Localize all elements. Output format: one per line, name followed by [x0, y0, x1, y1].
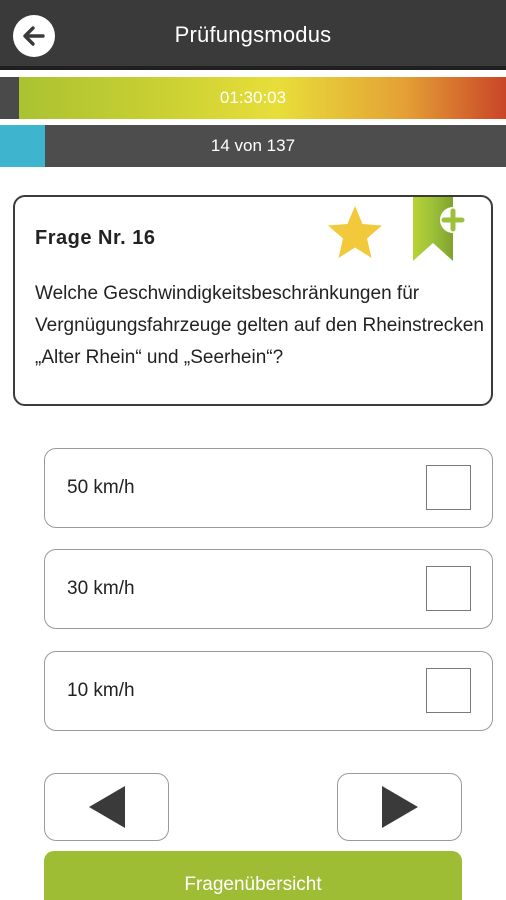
page-title: Prüfungsmodus: [174, 22, 332, 47]
triangle-right-icon: [381, 786, 418, 828]
star-icon[interactable]: [325, 203, 385, 263]
app-bar: Prüfungsmodus: [0, 0, 506, 70]
answer-option[interactable]: 50 km/h: [44, 448, 493, 528]
answer-checkbox[interactable]: [426, 465, 471, 510]
timer-text: 01:30:03: [219, 88, 287, 107]
question-text: Welche Geschwindigkeitsbeschränkungen fü…: [35, 283, 484, 368]
question-progress-bar: 14 von 137: [0, 125, 506, 167]
triangle-left-icon: [88, 786, 125, 828]
bookmark-add-icon[interactable]: [408, 197, 468, 263]
previous-question-button[interactable]: [44, 773, 169, 841]
answer-option[interactable]: 30 km/h: [44, 549, 493, 629]
answer-label: 30 km/h: [67, 578, 135, 599]
question-card: Frage Nr. 16 Welche Geschwindigkeitsbesc…: [13, 195, 493, 406]
question-overview-button[interactable]: Fragenübersicht: [44, 851, 462, 900]
next-question-button[interactable]: [337, 773, 462, 841]
answer-option[interactable]: 10 km/h: [44, 651, 493, 731]
answer-checkbox[interactable]: [426, 668, 471, 713]
progress-text: 14 von 137: [210, 136, 296, 155]
answer-label: 10 km/h: [67, 680, 135, 701]
timer-bar: 01:30:03: [0, 77, 506, 119]
answer-label: 50 km/h: [67, 477, 135, 498]
question-number: Frage Nr. 16: [35, 227, 156, 249]
answer-checkbox[interactable]: [426, 566, 471, 611]
